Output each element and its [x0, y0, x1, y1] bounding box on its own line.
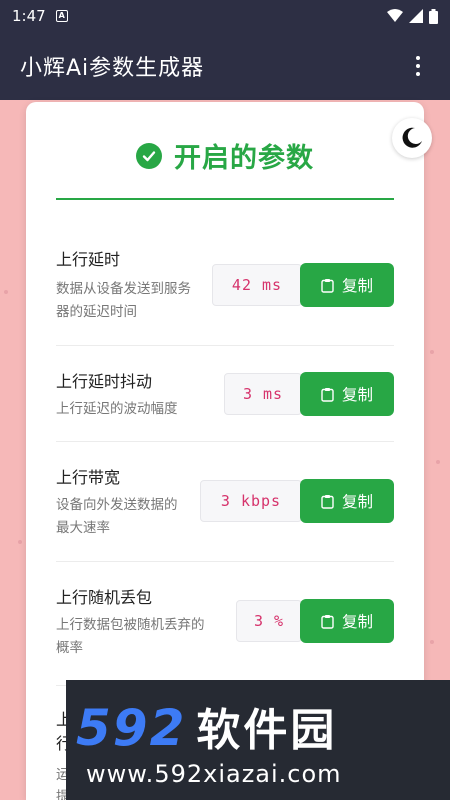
param-desc: 设备向外发送数据的	[56, 497, 178, 513]
theme-toggle-button[interactable]	[392, 118, 432, 158]
watermark-brand-cn: 软件园	[196, 705, 338, 756]
clipboard-icon	[321, 387, 334, 402]
status-icons	[387, 8, 438, 24]
copy-button[interactable]: 复制	[300, 263, 394, 307]
copy-label: 复制	[341, 386, 373, 404]
copy-label: 复制	[341, 493, 373, 511]
wifi-icon	[387, 9, 403, 22]
param-name: 上行带宽	[56, 468, 121, 487]
moon-icon	[402, 127, 422, 148]
param-desc: 数据从设备发送到服务	[56, 281, 191, 297]
battery-icon	[429, 8, 438, 24]
param-value: 3 ms	[224, 373, 302, 415]
card-title: 开启的参数	[174, 143, 314, 174]
clipboard-icon	[321, 614, 334, 629]
param-desc: 上行延迟的波动幅度	[56, 401, 178, 417]
signal-icon	[409, 9, 423, 23]
param-value: 42 ms	[212, 264, 302, 306]
param-row-upload-bandwidth: 上行带宽 设备向外发送数据的 最大速率 3 kbps 复制	[56, 442, 394, 562]
clipboard-icon	[321, 278, 334, 293]
watermark-overlay: 592 软件园 www.592xiazai.com	[66, 680, 450, 800]
param-name: 上行延时抖动	[56, 372, 153, 391]
notification-a-icon: A	[55, 10, 68, 22]
title-divider	[56, 198, 394, 200]
copy-button[interactable]: 复制	[300, 372, 394, 416]
param-name: 上行随机丢包	[56, 588, 153, 607]
param-desc: 最大速率	[56, 520, 110, 536]
param-value: 3 kbps	[200, 480, 302, 522]
watermark-url: www.592xiazai.com	[86, 760, 342, 788]
check-circle-icon	[136, 142, 162, 169]
watermark-brand-number: 592	[76, 699, 187, 757]
watermark-brand: 592 软件园	[76, 694, 337, 758]
copy-button[interactable]: 复制	[300, 479, 394, 523]
more-options-icon[interactable]	[406, 54, 430, 78]
clipboard-icon	[321, 494, 334, 509]
status-time: 1:47	[12, 7, 46, 25]
param-value: 3 %	[236, 600, 302, 642]
param-row-upload-packet-loss: 上行随机丢包 上行数据包被随机丢弃的 概率 3 % 复制	[56, 562, 394, 686]
card-header: 开启的参数	[26, 136, 424, 175]
app-bar: 小辉Ai参数生成器	[0, 32, 450, 100]
param-row-upload-latency: 上行延时 数据从设备发送到服务 器的延迟时间 42 ms 复制	[56, 232, 394, 346]
param-name: 上行延时	[56, 250, 121, 269]
param-desc: 概率	[56, 640, 83, 656]
param-row-upload-jitter: 上行延时抖动 上行延迟的波动幅度 3 ms 复制	[56, 346, 394, 442]
app-title: 小辉Ai参数生成器	[20, 56, 205, 81]
param-desc: 器的延迟时间	[56, 304, 137, 320]
copy-label: 复制	[341, 277, 373, 295]
status-bar: 1:47 A	[0, 0, 450, 32]
copy-label: 复制	[341, 613, 373, 631]
param-desc: 上行数据包被随机丢弃的	[56, 617, 205, 633]
copy-button[interactable]: 复制	[300, 599, 394, 643]
